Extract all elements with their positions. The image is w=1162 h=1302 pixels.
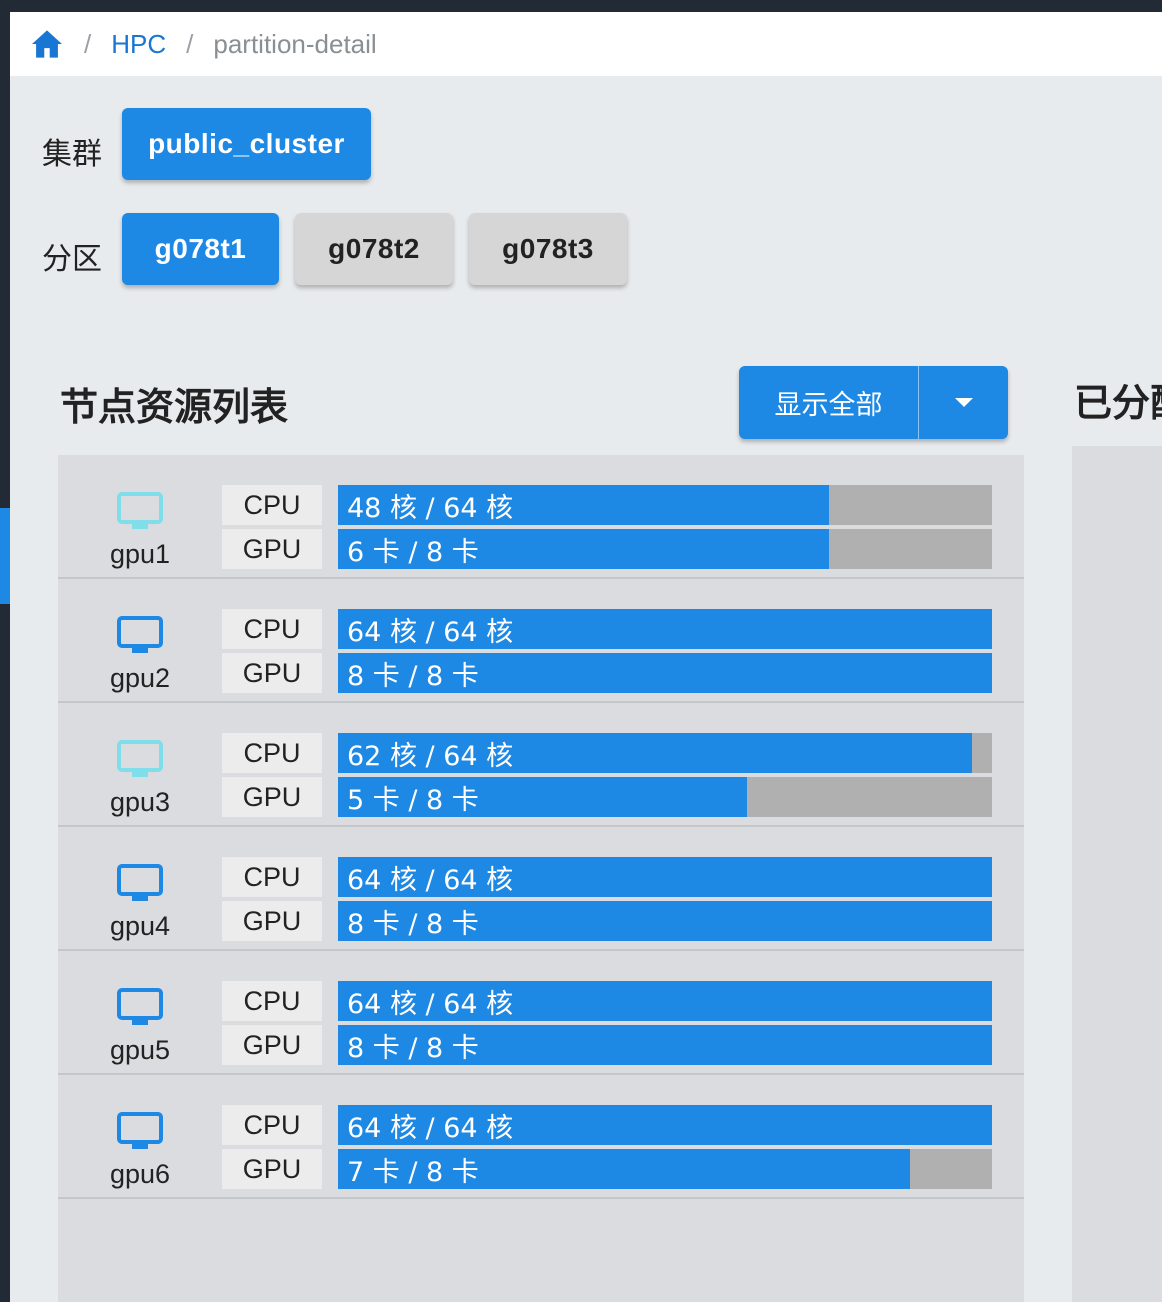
monitor-icon (116, 739, 164, 779)
partition-chip-g078t3[interactable]: g078t3 (469, 213, 627, 285)
cpu-label: CPU (222, 981, 322, 1021)
cpu-usage-text: 64 核 / 64 核 (347, 1112, 514, 1144)
node-name: gpu2 (109, 663, 171, 693)
gpu-usage-bar: 8 卡 / 8 卡 (338, 901, 992, 941)
node-row: gpu2 CPU 64 核 / 64 核 GPU 8 卡 / 8 卡 (58, 579, 1024, 703)
node-resource-list: gpu1 CPU 48 核 / 64 核 GPU 6 卡 / 8 卡 gpu2 … (58, 455, 1024, 1302)
cpu-usage-text: 64 核 / 64 核 (347, 616, 514, 648)
home-icon[interactable] (30, 27, 64, 61)
breadcrumb-separator: / (186, 28, 194, 59)
gpu-label: GPU (222, 529, 322, 569)
cpu-label: CPU (222, 1105, 322, 1145)
node-name: gpu1 (109, 539, 171, 569)
cpu-usage-text: 62 核 / 64 核 (347, 740, 514, 772)
monitor-icon (116, 491, 164, 531)
partition-chip-g078t2[interactable]: g078t2 (295, 213, 453, 285)
cpu-usage-bar: 48 核 / 64 核 (338, 485, 992, 525)
breadcrumb-link-hpc[interactable]: HPC (111, 29, 166, 60)
partition-chip-g078t1[interactable]: g078t1 (122, 213, 279, 285)
cluster-label: 集群 (42, 137, 102, 172)
node-row: gpu4 CPU 64 核 / 64 核 GPU 8 卡 / 8 卡 (58, 827, 1024, 951)
monitor-icon (116, 863, 164, 903)
gpu-label: GPU (222, 777, 322, 817)
partition-detail-page: / HPC / partition-detail 集群 public_clust… (10, 12, 1162, 1302)
node-row: gpu5 CPU 64 核 / 64 核 GPU 8 卡 / 8 卡 (58, 951, 1024, 1075)
gpu-usage-bar: 8 卡 / 8 卡 (338, 653, 992, 693)
monitor-icon (116, 1111, 164, 1151)
gpu-usage-bar: 6 卡 / 8 卡 (338, 529, 992, 569)
monitor-icon (116, 615, 164, 655)
nav-active-indicator (0, 508, 10, 604)
cpu-usage-text: 64 核 / 64 核 (347, 864, 514, 896)
node-name: gpu6 (109, 1159, 171, 1189)
node-name: gpu4 (109, 911, 171, 941)
partition-label: 分区 (42, 242, 102, 277)
gpu-usage-text: 7 卡 / 8 卡 (347, 1156, 479, 1188)
cpu-label: CPU (222, 733, 322, 773)
cpu-usage-bar: 64 核 / 64 核 (338, 609, 992, 649)
gpu-usage-text: 5 卡 / 8 卡 (347, 784, 479, 816)
gpu-usage-text: 8 卡 / 8 卡 (347, 908, 479, 940)
cpu-usage-text: 64 核 / 64 核 (347, 988, 514, 1020)
node-row: gpu1 CPU 48 核 / 64 核 GPU 6 卡 / 8 卡 (58, 455, 1024, 579)
cpu-usage-bar: 64 核 / 64 核 (338, 857, 992, 897)
cluster-chip-public-cluster[interactable]: public_cluster (122, 108, 371, 180)
node-name: gpu5 (109, 1035, 171, 1065)
cpu-usage-bar: 64 核 / 64 核 (338, 981, 992, 1021)
cpu-usage-bar: 62 核 / 64 核 (338, 733, 992, 773)
cpu-usage-text: 48 核 / 64 核 (347, 492, 514, 524)
section-title: 节点资源列表 (60, 385, 289, 429)
cpu-label: CPU (222, 485, 322, 525)
gpu-usage-text: 6 卡 / 8 卡 (347, 536, 479, 568)
breadcrumb: / HPC / partition-detail (10, 12, 1162, 76)
gpu-usage-bar: 5 卡 / 8 卡 (338, 777, 992, 817)
show-all-button[interactable]: 显示全部 (739, 366, 919, 439)
gpu-usage-text: 8 卡 / 8 卡 (347, 660, 479, 692)
node-name: gpu3 (109, 787, 171, 817)
gpu-usage-text: 8 卡 / 8 卡 (347, 1032, 479, 1064)
partition-filter: 分区 g078t1 g078t2 g078t3 (42, 213, 643, 285)
show-all-split-button: 显示全部 (739, 366, 1008, 439)
gpu-usage-bar: 7 卡 / 8 卡 (338, 1149, 992, 1189)
gpu-label: GPU (222, 1025, 322, 1065)
cluster-filter: 集群 public_cluster (42, 108, 387, 180)
cpu-label: CPU (222, 609, 322, 649)
gpu-label: GPU (222, 1149, 322, 1189)
node-row: gpu3 CPU 62 核 / 64 核 GPU 5 卡 / 8 卡 (58, 703, 1024, 827)
gpu-label: GPU (222, 901, 322, 941)
breadcrumb-current: partition-detail (213, 28, 377, 59)
cpu-label: CPU (222, 857, 322, 897)
breadcrumb-separator: / (84, 28, 92, 59)
allocated-title: 已分配 (1074, 381, 1162, 425)
allocated-panel (1072, 446, 1162, 1302)
gpu-label: GPU (222, 653, 322, 693)
cpu-usage-bar: 64 核 / 64 核 (338, 1105, 992, 1145)
caret-down-icon[interactable] (919, 366, 1008, 439)
node-row: gpu6 CPU 64 核 / 64 核 GPU 7 卡 / 8 卡 (58, 1075, 1024, 1199)
monitor-icon (116, 987, 164, 1027)
gpu-usage-bar: 8 卡 / 8 卡 (338, 1025, 992, 1065)
